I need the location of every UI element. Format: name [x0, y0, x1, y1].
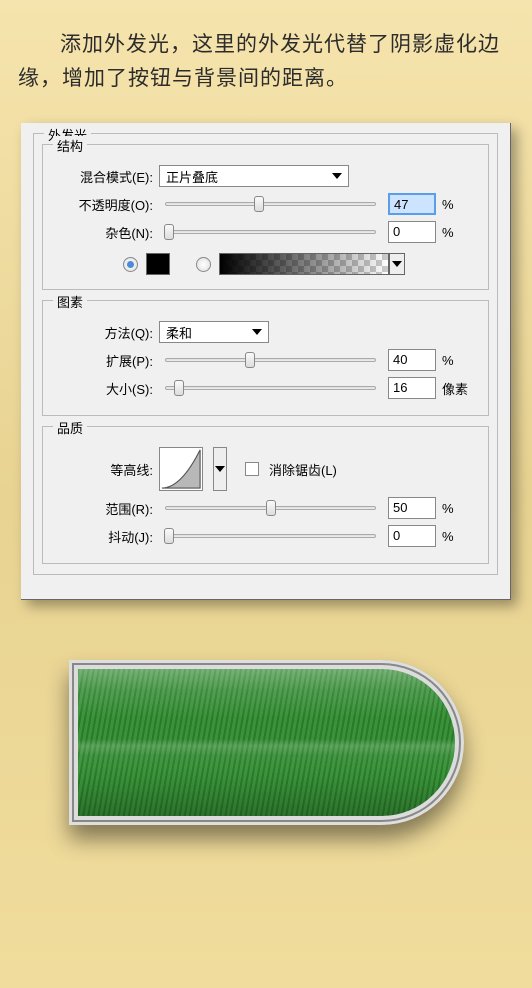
elements-legend: 图素: [53, 292, 87, 311]
spread-slider-thumb[interactable]: [245, 352, 255, 368]
gradient-swatch[interactable]: [219, 253, 389, 275]
technique-value: 柔和: [166, 323, 192, 342]
structure-legend: 结构: [53, 136, 87, 155]
spread-input[interactable]: 40: [388, 349, 436, 371]
noise-input[interactable]: 0: [388, 221, 436, 243]
noise-label: 杂色(N):: [53, 223, 153, 242]
outer-glow-group: 外发光 结构 混合模式(E): 正片叠底 不透明度(O): 47 % 杂色: [33, 133, 498, 575]
color-swatch[interactable]: [146, 253, 170, 275]
opacity-label: 不透明度(O):: [53, 195, 153, 214]
antialiased-checkbox[interactable]: [245, 462, 259, 476]
size-slider[interactable]: [165, 386, 376, 390]
size-label: 大小(S):: [53, 379, 153, 398]
contour-picker[interactable]: [159, 447, 203, 491]
spread-label: 扩展(P):: [53, 351, 153, 370]
noise-unit: %: [442, 225, 478, 240]
contour-dropdown[interactable]: [213, 447, 227, 491]
blend-mode-value: 正片叠底: [166, 167, 218, 186]
range-slider[interactable]: [165, 506, 376, 510]
noise-slider[interactable]: [165, 230, 376, 234]
blend-mode-select[interactable]: 正片叠底: [159, 165, 349, 187]
chevron-down-icon: [392, 261, 402, 267]
jitter-slider-thumb[interactable]: [164, 528, 174, 544]
technique-label: 方法(Q):: [53, 323, 153, 342]
elements-group: 图素 方法(Q): 柔和 扩展(P): 40 % 大小(S):: [42, 300, 489, 416]
color-solid-radio[interactable]: [123, 257, 138, 272]
range-input[interactable]: 50: [388, 497, 436, 519]
spread-unit: %: [442, 353, 478, 368]
noise-slider-thumb[interactable]: [164, 224, 174, 240]
technique-select[interactable]: 柔和: [159, 321, 269, 343]
range-label: 范围(R):: [53, 499, 153, 518]
chevron-down-icon: [252, 329, 262, 335]
spread-slider[interactable]: [165, 358, 376, 362]
jitter-slider[interactable]: [165, 534, 376, 538]
chevron-down-icon: [332, 173, 342, 179]
opacity-slider[interactable]: [165, 202, 376, 206]
opacity-unit: %: [442, 197, 478, 212]
structure-group: 结构 混合模式(E): 正片叠底 不透明度(O): 47 % 杂色(N):: [42, 144, 489, 290]
range-slider-thumb[interactable]: [266, 500, 276, 516]
opacity-slider-thumb[interactable]: [254, 196, 264, 212]
jitter-unit: %: [442, 529, 478, 544]
description-text: 添加外发光，这里的外发光代替了阴影虚化边缘，增加了按钮与背景间的距离。: [0, 0, 532, 105]
blend-mode-label: 混合模式(E):: [53, 167, 153, 186]
color-gradient-radio[interactable]: [196, 257, 211, 272]
size-slider-thumb[interactable]: [174, 380, 184, 396]
quality-group: 品质 等高线: 消除锯齿(L) 范围(R): 50: [42, 426, 489, 564]
contour-curve-icon: [160, 448, 202, 490]
size-input[interactable]: 16: [388, 377, 436, 399]
jitter-input[interactable]: 0: [388, 525, 436, 547]
layer-style-panel: 外发光 结构 混合模式(E): 正片叠底 不透明度(O): 47 % 杂色: [21, 123, 511, 600]
gradient-dropdown[interactable]: [389, 253, 405, 275]
opacity-input[interactable]: 47: [388, 193, 436, 215]
range-unit: %: [442, 501, 478, 516]
quality-legend: 品质: [53, 418, 87, 437]
size-unit: 像素: [442, 379, 478, 398]
contour-label: 等高线:: [53, 460, 153, 479]
button-preview: [69, 660, 464, 825]
chevron-down-icon: [215, 466, 225, 472]
jitter-label: 抖动(J):: [53, 527, 153, 546]
antialiased-label: 消除锯齿(L): [269, 460, 337, 479]
